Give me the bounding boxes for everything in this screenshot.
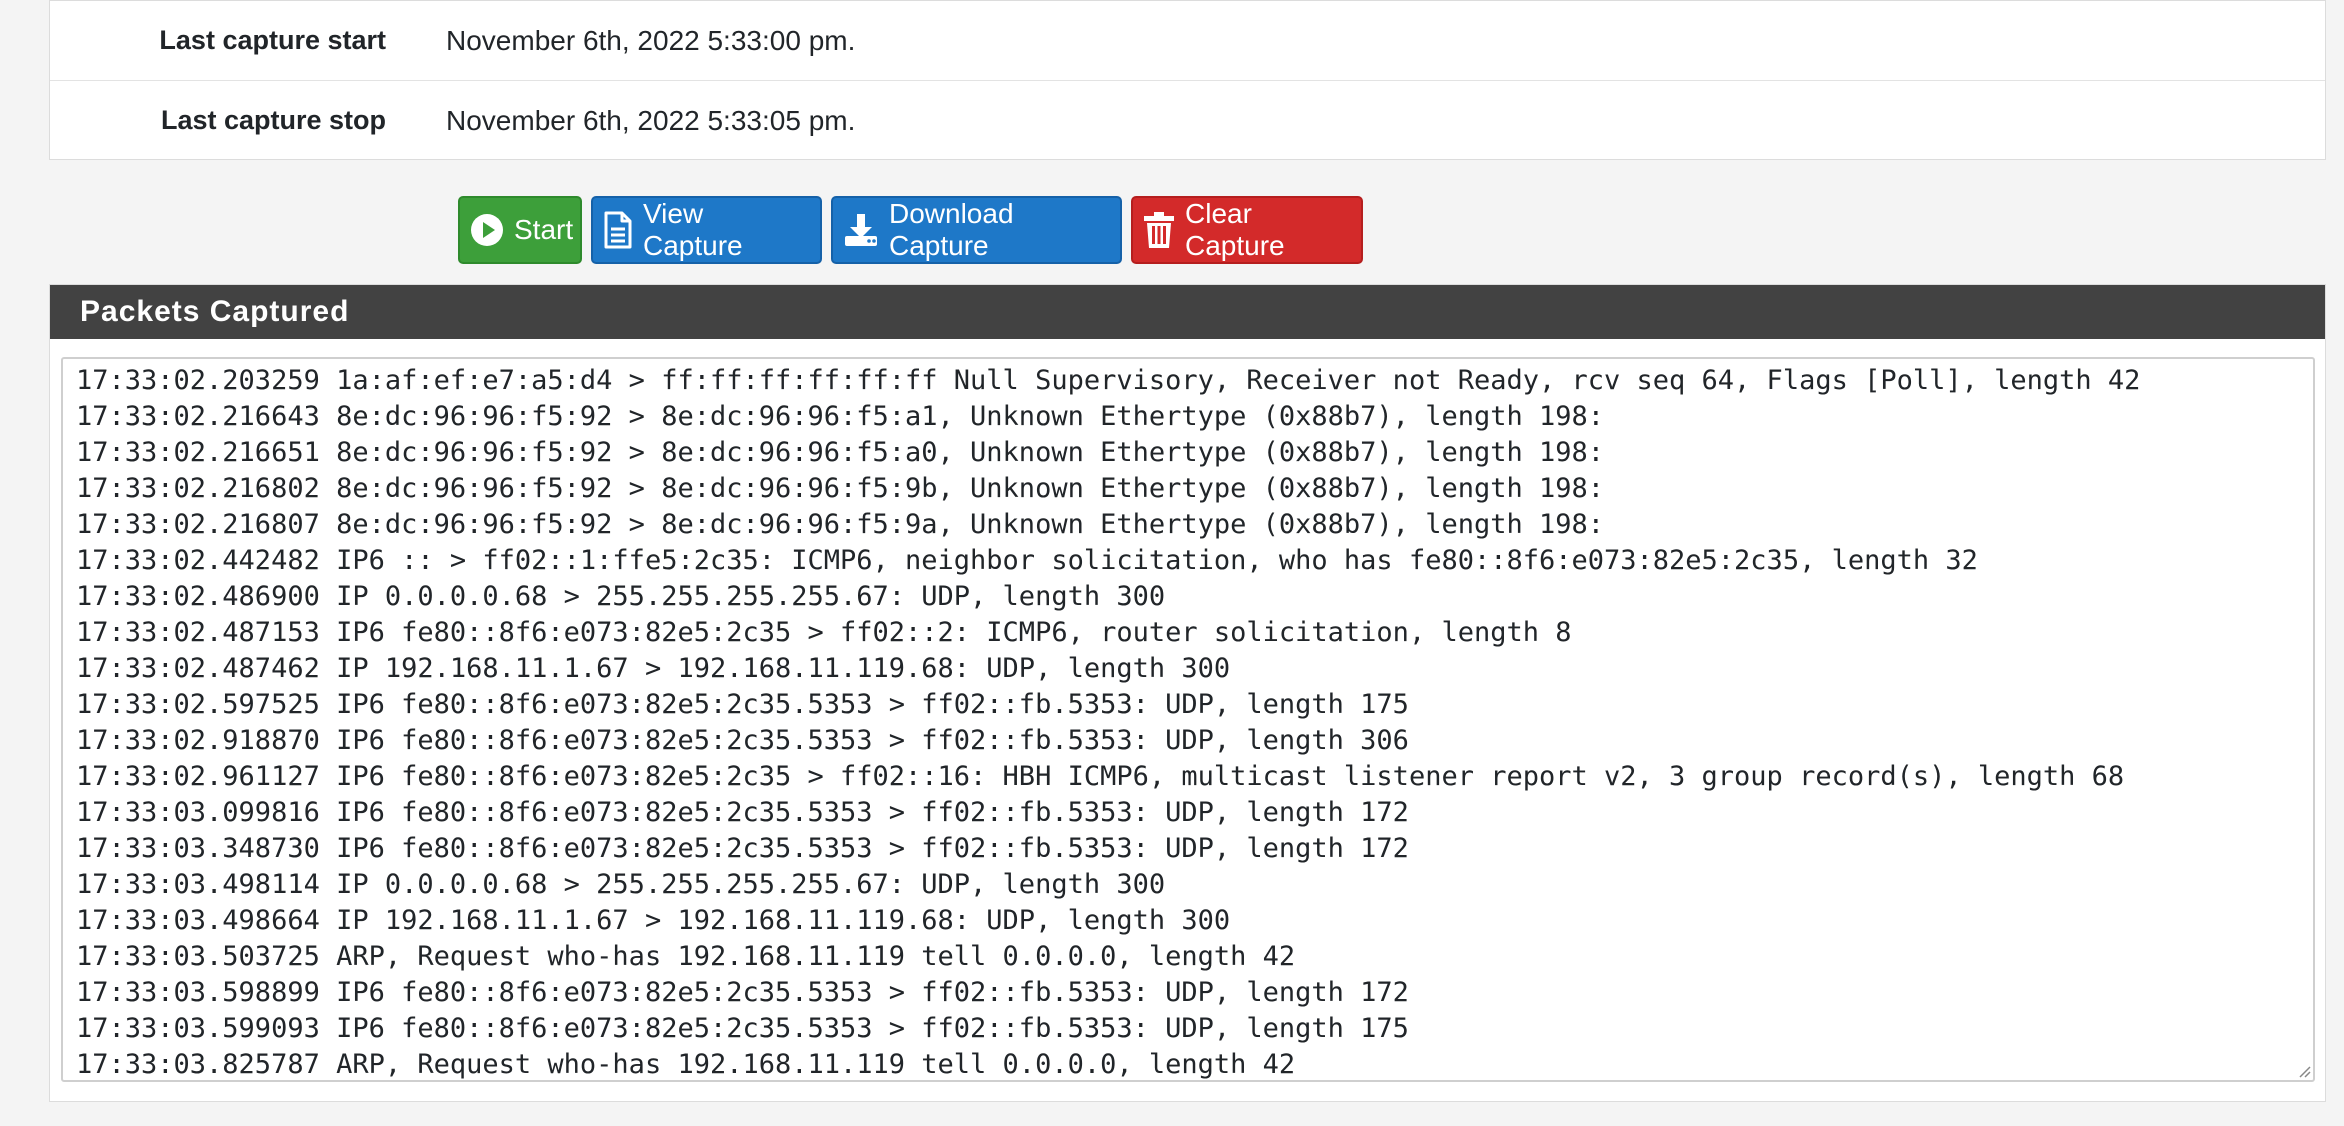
packet-line: 17:33:02.216802 8e:dc:96:96:f5:92 > 8e:d… [76, 473, 1605, 504]
packet-line: 17:33:02.216807 8e:dc:96:96:f5:92 > 8e:d… [76, 509, 1605, 540]
start-button-label: Start [514, 214, 574, 245]
packets-captured-title: Packets Captured [80, 295, 350, 328]
packet-line: 17:33:03.825787 ARP, Request who-has 192… [76, 1049, 1296, 1080]
packet-line: 17:33:03.498114 IP 0.0.0.0.68 > 255.255.… [76, 869, 1166, 900]
clear-capture-button[interactable]: Clear Capture [1131, 196, 1363, 264]
packet-line: 17:33:02.203259 1a:af:ef:e7:a5:d4 > ff:f… [76, 365, 2141, 396]
packet-line: 17:33:02.216643 8e:dc:96:96:f5:92 > 8e:d… [76, 401, 1605, 432]
view-capture-button-label: View Capture [643, 198, 743, 261]
document-icon [604, 211, 632, 249]
packet-line: 17:33:02.487153 IP6 fe80::8f6:e073:82e5:… [76, 617, 1572, 648]
packet-line: 17:33:03.099816 IP6 fe80::8f6:e073:82e5:… [76, 797, 1409, 828]
packets-captured-header: Packets Captured [50, 285, 2325, 339]
last-capture-start-label: Last capture start [159, 25, 386, 55]
last-capture-start-value: November 6th, 2022 5:33:00 pm. [446, 24, 856, 56]
packet-line: 17:33:03.348730 IP6 fe80::8f6:e073:82e5:… [76, 833, 1409, 864]
trash-icon [1144, 212, 1174, 248]
capture-info-panel: Last capture start November 6th, 2022 5:… [49, 0, 2326, 160]
play-circle-icon [471, 214, 503, 246]
packet-line: 17:33:02.486900 IP 0.0.0.0.68 > 255.255.… [76, 581, 1166, 612]
packet-line: 17:33:02.487462 IP 192.168.11.1.67 > 192… [76, 653, 1231, 684]
packet-line: 17:33:02.961127 IP6 fe80::8f6:e073:82e5:… [76, 761, 2125, 792]
packet-line: 17:33:02.442482 IP6 :: > ff02::1:ffe5:2c… [76, 545, 1978, 576]
resize-grip-icon[interactable] [2297, 1064, 2311, 1078]
start-button[interactable]: Start [458, 196, 582, 264]
packet-line: 17:33:02.918870 IP6 fe80::8f6:e073:82e5:… [76, 725, 1409, 756]
last-capture-stop-value: November 6th, 2022 5:33:05 pm. [446, 104, 856, 136]
view-capture-button[interactable]: View Capture [591, 196, 822, 264]
download-icon [845, 214, 877, 246]
packet-output-textarea[interactable]: 17:33:02.203259 1a:af:ef:e7:a5:d4 > ff:f… [61, 357, 2315, 1082]
packet-line: 17:33:02.216651 8e:dc:96:96:f5:92 > 8e:d… [76, 437, 1605, 468]
last-capture-stop-row: Last capture stop November 6th, 2022 5:3… [50, 81, 2325, 160]
packet-line: 17:33:03.498664 IP 192.168.11.1.67 > 192… [76, 905, 1231, 936]
download-capture-button[interactable]: Download Capture [831, 196, 1122, 264]
last-capture-start-row: Last capture start November 6th, 2022 5:… [50, 1, 2325, 81]
packet-line: 17:33:03.503725 ARP, Request who-has 192… [76, 941, 1296, 972]
clear-capture-button-label: Clear Capture [1185, 198, 1285, 261]
packet-line: 17:33:02.597525 IP6 fe80::8f6:e073:82e5:… [76, 689, 1409, 720]
download-capture-button-label: Download Capture [889, 198, 1014, 261]
packets-captured-panel: Packets Captured 17:33:02.203259 1a:af:e… [49, 284, 2326, 1102]
last-capture-stop-label: Last capture stop [160, 105, 386, 135]
capture-button-bar: Start View Capture Download Capture Clea… [458, 196, 1363, 264]
packet-line: 17:33:03.599093 IP6 fe80::8f6:e073:82e5:… [76, 1013, 1409, 1044]
packet-line: 17:33:03.598899 IP6 fe80::8f6:e073:82e5:… [76, 977, 1409, 1008]
